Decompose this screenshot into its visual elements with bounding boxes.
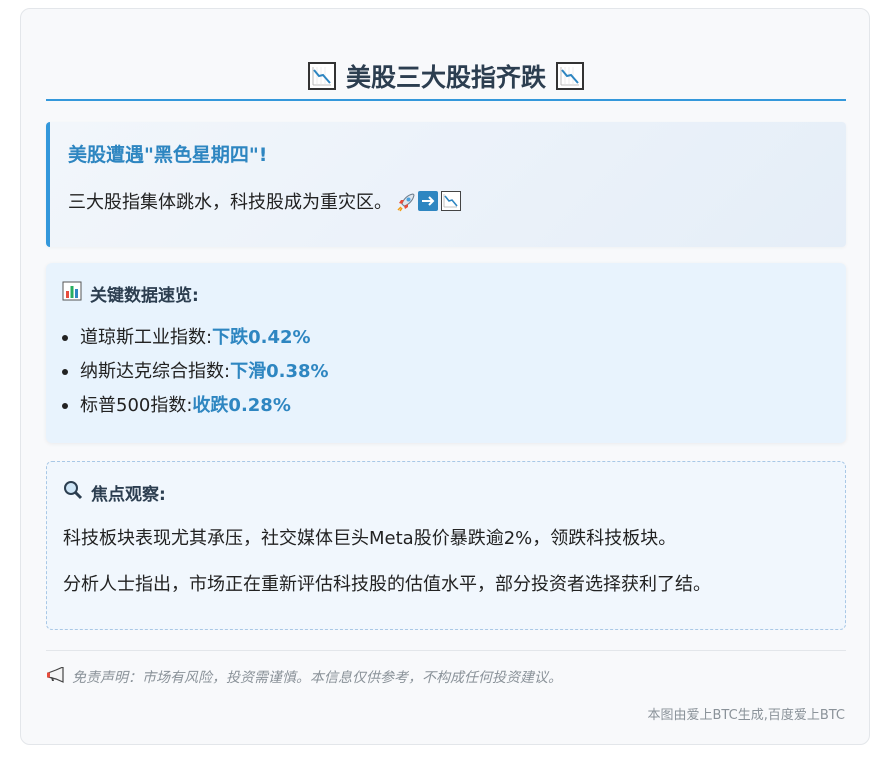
page-title: 美股三大股指齐跌 <box>46 53 846 101</box>
alert-body-text: 三大股指集体跳水，科技股成为重灾区。 <box>68 192 392 213</box>
alert-body: 三大股指集体跳水，科技股成为重灾区。 <box>68 188 461 214</box>
list-item: 道琼斯工业指数: 下跌0.42% <box>62 321 329 355</box>
item-value: 下跌0.42% <box>212 327 311 348</box>
divider <box>46 650 846 651</box>
main-card: 美股三大股指齐跌 美股遭遇"黑色星期四"! 三大股指集体跳水，科技股成为重灾区。 <box>20 8 870 745</box>
megaphone-icon <box>46 666 66 687</box>
disclaimer-text: 免责声明：市场有风险，投资需谨慎。本信息仅供参考，不构成任何投资建议。 <box>72 670 562 686</box>
item-label: 标普500指数: <box>80 395 193 416</box>
chart-decreasing-icon <box>441 191 461 211</box>
right-arrow-icon <box>418 191 438 211</box>
disclaimer: 免责声明：市场有风险，投资需谨慎。本信息仅供参考，不构成任何投资建议。 <box>46 666 562 687</box>
key-data-heading-text: 关键数据速览: <box>90 286 199 306</box>
item-label: 纳斯达克综合指数: <box>80 361 231 382</box>
focus-box: 焦点观察: 科技板块表现尤其承压，社交媒体巨头Meta股价暴跌逾2%，领跌科技板… <box>46 461 846 630</box>
chart-decreasing-icon <box>307 62 336 90</box>
alert-box: 美股遭遇"黑色星期四"! 三大股指集体跳水，科技股成为重灾区。 <box>46 122 846 247</box>
focus-heading-text: 焦点观察: <box>91 485 166 505</box>
key-data-box: 关键数据速览: 道琼斯工业指数: 下跌0.42% 纳斯达克综合指数: 下滑0.3… <box>46 263 846 443</box>
item-label: 道琼斯工业指数: <box>80 327 213 348</box>
title-text: 美股三大股指齐跌 <box>345 63 546 92</box>
alert-heading: 美股遭遇"黑色星期四"! <box>68 144 268 166</box>
key-data-list: 道琼斯工业指数: 下跌0.42% 纳斯达克综合指数: 下滑0.38% 标普500… <box>62 321 329 423</box>
rocket-icon <box>395 191 415 212</box>
item-value: 下滑0.38% <box>230 361 329 382</box>
focus-paragraph: 科技板块表现尤其承压，社交媒体巨头Meta股价暴跌逾2%，领跌科技板块。 <box>63 528 677 549</box>
focus-paragraph: 分析人士指出，市场正在重新评估科技股的估值水平，部分投资者选择获利了结。 <box>63 574 711 595</box>
focus-heading: 焦点观察: <box>63 480 166 505</box>
list-item: 纳斯达克综合指数: 下滑0.38% <box>62 355 329 389</box>
key-data-heading: 关键数据速览: <box>62 281 199 306</box>
bullet <box>62 335 68 341</box>
bar-chart-icon <box>62 281 82 306</box>
list-item: 标普500指数: 收跌0.28% <box>62 389 329 423</box>
chart-decreasing-icon <box>556 62 584 90</box>
item-value: 收跌0.28% <box>192 395 291 416</box>
footer-credit: 本图由爱上BTC生成,百度爱上BTC <box>647 708 845 723</box>
magnifier-icon <box>63 480 83 505</box>
bullet <box>62 369 68 375</box>
bullet <box>62 403 68 409</box>
